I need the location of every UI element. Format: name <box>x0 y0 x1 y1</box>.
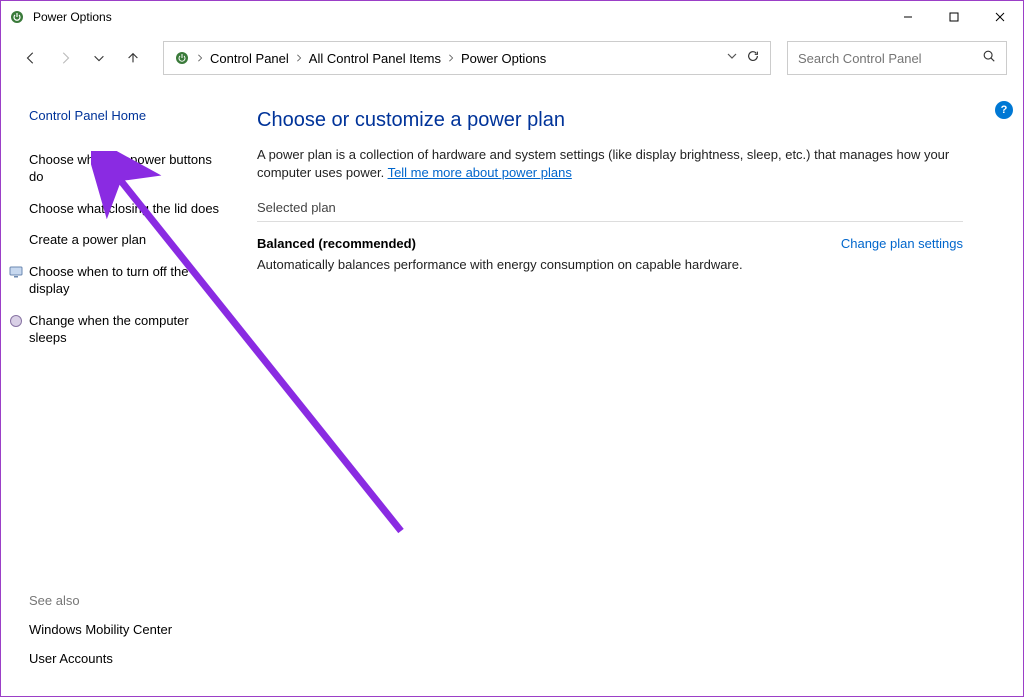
address-dropdown-icon[interactable] <box>726 49 738 67</box>
plan-description: Automatically balances performance with … <box>257 257 963 272</box>
page-description: A power plan is a collection of hardware… <box>257 146 963 182</box>
see-also-heading: See also <box>29 593 172 608</box>
address-root-icon <box>170 50 194 66</box>
forward-button[interactable] <box>51 44 79 72</box>
recent-locations-dropdown[interactable] <box>85 44 113 72</box>
address-bar[interactable]: Control Panel All Control Panel Items Po… <box>163 41 771 75</box>
breadcrumb-power-options[interactable]: Power Options <box>457 51 550 66</box>
chevron-right-icon <box>295 49 303 67</box>
display-icon <box>9 265 23 279</box>
tell-me-more-link[interactable]: Tell me more about power plans <box>388 165 572 180</box>
page-title: Choose or customize a power plan <box>257 109 963 132</box>
plan-name-balanced: Balanced (recommended) <box>257 236 416 251</box>
sidebar-power-buttons[interactable]: Choose what the power buttons do <box>29 151 221 186</box>
chevron-right-icon <box>447 49 455 67</box>
search-input[interactable] <box>798 51 982 66</box>
sidebar-mobility-center[interactable]: Windows Mobility Center <box>29 622 172 637</box>
change-plan-settings-link[interactable]: Change plan settings <box>841 236 963 251</box>
help-icon[interactable]: ? <box>995 101 1013 119</box>
section-selected-plan: Selected plan <box>257 200 963 222</box>
close-button[interactable] <box>977 1 1023 33</box>
breadcrumb-control-panel[interactable]: Control Panel <box>206 51 293 66</box>
search-icon[interactable] <box>982 49 996 68</box>
chevron-right-icon <box>196 49 204 67</box>
sidebar-closing-lid[interactable]: Choose what closing the lid does <box>29 200 221 218</box>
search-box[interactable] <box>787 41 1007 75</box>
sidebar-turn-off-display[interactable]: Choose when to turn off the display <box>9 263 221 298</box>
back-button[interactable] <box>17 44 45 72</box>
up-button[interactable] <box>119 44 147 72</box>
desc-text: A power plan is a collection of hardware… <box>257 147 949 180</box>
minimize-button[interactable] <box>885 1 931 33</box>
refresh-icon[interactable] <box>746 49 760 68</box>
sidebar-item-label: Change when the computer sleeps <box>29 312 221 347</box>
sidebar-item-label: Choose when to turn off the display <box>29 263 221 298</box>
window-title: Power Options <box>33 10 885 24</box>
sidebar-create-plan[interactable]: Create a power plan <box>29 231 221 249</box>
breadcrumb-all-items[interactable]: All Control Panel Items <box>305 51 445 66</box>
moon-icon <box>9 314 23 328</box>
sidebar-computer-sleeps[interactable]: Change when the computer sleeps <box>9 312 221 347</box>
sidebar-control-panel-home[interactable]: Control Panel Home <box>29 107 221 125</box>
power-options-icon <box>9 9 25 25</box>
sidebar-user-accounts[interactable]: User Accounts <box>29 651 172 666</box>
maximize-button[interactable] <box>931 1 977 33</box>
